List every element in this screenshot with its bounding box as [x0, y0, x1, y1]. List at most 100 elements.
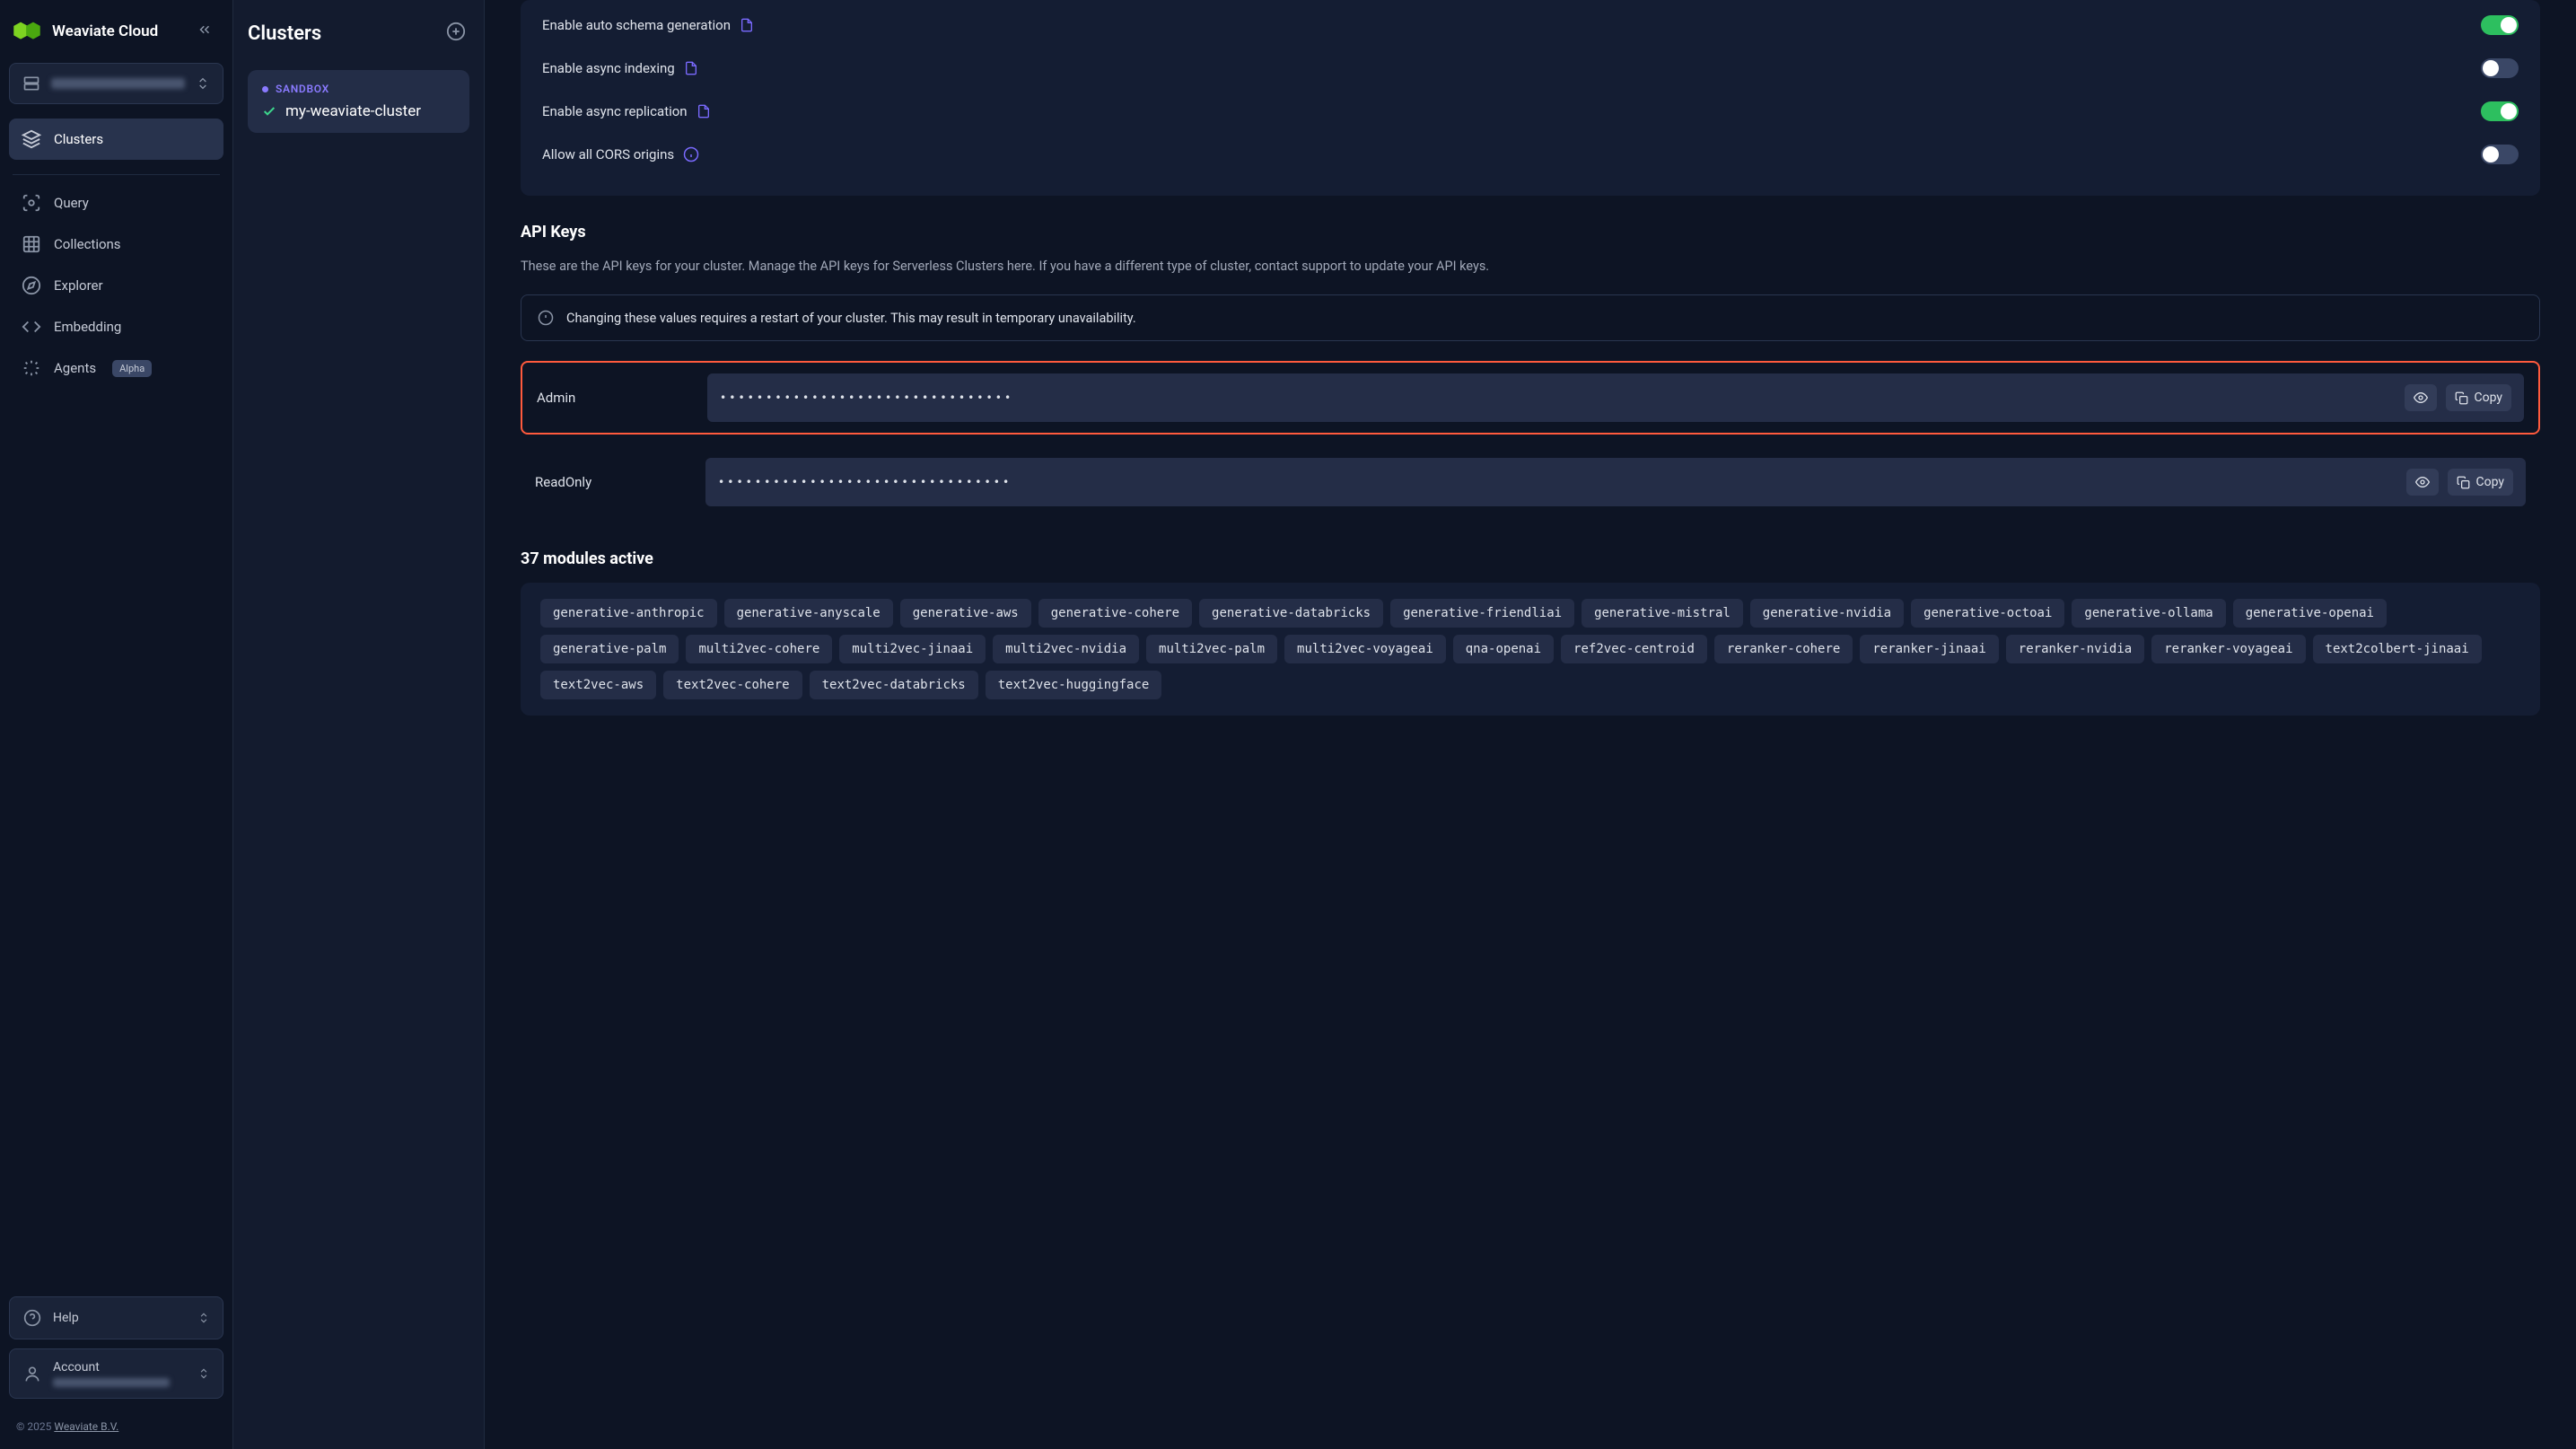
reveal-button[interactable]: [2405, 384, 2437, 411]
toggle-0[interactable]: [2481, 15, 2519, 35]
api-keys-description: These are the API keys for your cluster.…: [521, 256, 2540, 277]
reveal-button[interactable]: [2406, 469, 2439, 496]
brand-text: Weaviate Cloud: [52, 22, 158, 40]
module-tag: multi2vec-nvidia: [993, 635, 1139, 663]
apikey-row-readonly: ReadOnly •••••••••••••••••••••••••••••••…: [521, 447, 2540, 517]
module-tag: generative-octoai: [1911, 599, 2064, 628]
settings-block: Enable auto schema generation Enable asy…: [521, 0, 2540, 196]
module-tag: reranker-voyageai: [2151, 635, 2305, 663]
sparkle-icon: [22, 358, 41, 378]
org-name-redacted: [51, 78, 185, 89]
module-tag: text2colbert-jinaai: [2313, 635, 2482, 663]
module-tag: ref2vec-centroid: [1561, 635, 1707, 663]
apikey-row-admin: Admin •••••••••••••••••••••••••••••••• C…: [521, 361, 2540, 435]
nav-item-embedding[interactable]: Embedding: [9, 306, 223, 347]
module-tag: reranker-nvidia: [2006, 635, 2144, 663]
nav-label: Agents: [54, 360, 96, 376]
modules-block: generative-anthropicgenerative-anyscaleg…: [521, 583, 2540, 716]
check-icon: [262, 104, 276, 119]
add-cluster-button[interactable]: [442, 18, 469, 48]
help-label: Help: [53, 1311, 79, 1325]
module-tag: reranker-jinaai: [1860, 635, 1998, 663]
help-button[interactable]: Help: [9, 1296, 223, 1339]
status-dot-icon: [262, 86, 268, 92]
alert-icon: [538, 310, 554, 326]
setting-label-text: Enable auto schema generation: [542, 17, 731, 33]
cluster-card[interactable]: SANDBOX my-weaviate-cluster: [248, 70, 469, 133]
apikey-label: Admin: [537, 390, 689, 406]
setting-label-text: Enable async replication: [542, 103, 688, 119]
nav-label: Embedding: [54, 319, 121, 335]
copy-button[interactable]: Copy: [2446, 384, 2511, 411]
help-icon: [22, 1308, 42, 1328]
module-tag: multi2vec-palm: [1146, 635, 1277, 663]
module-tag: text2vec-databricks: [810, 671, 978, 699]
toggle-1[interactable]: [2481, 58, 2519, 78]
org-selector[interactable]: [9, 63, 223, 104]
doc-icon[interactable]: [684, 61, 698, 75]
apikey-label: ReadOnly: [535, 474, 688, 490]
module-tag: generative-anyscale: [724, 599, 893, 628]
logo-row: Weaviate Cloud: [9, 13, 223, 63]
api-keys-section: API Keys These are the API keys for your…: [521, 223, 2540, 517]
logo[interactable]: Weaviate Cloud: [11, 20, 158, 43]
setting-label-text: Enable async indexing: [542, 60, 675, 76]
module-tag: generative-ollama: [2072, 599, 2225, 628]
module-tag: generative-mistral: [1582, 599, 1743, 628]
nav-item-collections[interactable]: Collections: [9, 224, 223, 265]
setting-label-text: Allow all CORS origins: [542, 146, 674, 162]
copy-button[interactable]: Copy: [2448, 469, 2513, 496]
divider: [13, 174, 220, 175]
cluster-name-row: my-weaviate-cluster: [262, 102, 455, 120]
module-tag: text2vec-cohere: [663, 671, 802, 699]
setting-row: Enable auto schema generation: [542, 4, 2519, 47]
nav-item-explorer[interactable]: Explorer: [9, 265, 223, 306]
doc-icon[interactable]: [697, 104, 711, 119]
account-label: Account: [53, 1360, 187, 1374]
sidebar-bottom: Help Account © 2025 Weaviate B.V.: [9, 1296, 223, 1436]
module-tag: generative-cohere: [1038, 599, 1192, 628]
server-icon: [22, 75, 40, 92]
account-email-redacted: [53, 1378, 170, 1387]
module-tag: generative-aws: [900, 599, 1031, 628]
module-tags: generative-anthropicgenerative-anyscaleg…: [540, 599, 2520, 699]
restart-alert: Changing these values requires a restart…: [521, 294, 2540, 341]
apikey-field: •••••••••••••••••••••••••••••••• Copy: [707, 373, 2524, 422]
module-tag: text2vec-aws: [540, 671, 656, 699]
module-tag: reranker-cohere: [1714, 635, 1853, 663]
chevron-up-down-icon: [196, 76, 210, 91]
nav-primary: Clusters: [9, 119, 223, 160]
info-icon[interactable]: [683, 146, 699, 162]
doc-icon[interactable]: [740, 18, 754, 32]
nav-label: Clusters: [54, 131, 103, 147]
toggle-3[interactable]: [2481, 145, 2519, 164]
module-tag: generative-openai: [2233, 599, 2387, 628]
panel-header: Clusters: [248, 18, 469, 48]
api-keys-title: API Keys: [521, 223, 2540, 242]
module-tag: generative-palm: [540, 635, 679, 663]
chevron-up-down-icon: [197, 1367, 210, 1380]
copyright-link[interactable]: Weaviate B.V.: [54, 1420, 118, 1433]
cluster-badge: SANDBOX: [262, 83, 455, 95]
module-tag: multi2vec-cohere: [686, 635, 832, 663]
compass-icon: [22, 276, 41, 295]
nav-item-clusters[interactable]: Clusters: [9, 119, 223, 160]
apikey-field: •••••••••••••••••••••••••••••••• Copy: [705, 458, 2526, 506]
module-tag: generative-nvidia: [1750, 599, 1904, 628]
nav-item-query[interactable]: Query: [9, 182, 223, 224]
setting-row: Allow all CORS origins: [542, 133, 2519, 176]
layers-icon: [22, 129, 41, 149]
apikey-masked: ••••••••••••••••••••••••••••••••: [720, 391, 2396, 404]
modules-title: 37 modules active: [521, 549, 2540, 568]
scan-icon: [22, 193, 41, 213]
copyright: © 2025 Weaviate B.V.: [9, 1408, 223, 1436]
module-tag: generative-databricks: [1199, 599, 1383, 628]
nav-item-agents[interactable]: Agents Alpha: [9, 347, 223, 389]
module-tag: generative-friendliai: [1390, 599, 1574, 628]
account-button[interactable]: Account: [9, 1348, 223, 1399]
nav-label: Query: [54, 195, 89, 211]
collapse-sidebar-button[interactable]: [193, 18, 216, 45]
code-icon: [22, 317, 41, 337]
toggle-2[interactable]: [2481, 101, 2519, 121]
setting-row: Enable async indexing: [542, 47, 2519, 90]
